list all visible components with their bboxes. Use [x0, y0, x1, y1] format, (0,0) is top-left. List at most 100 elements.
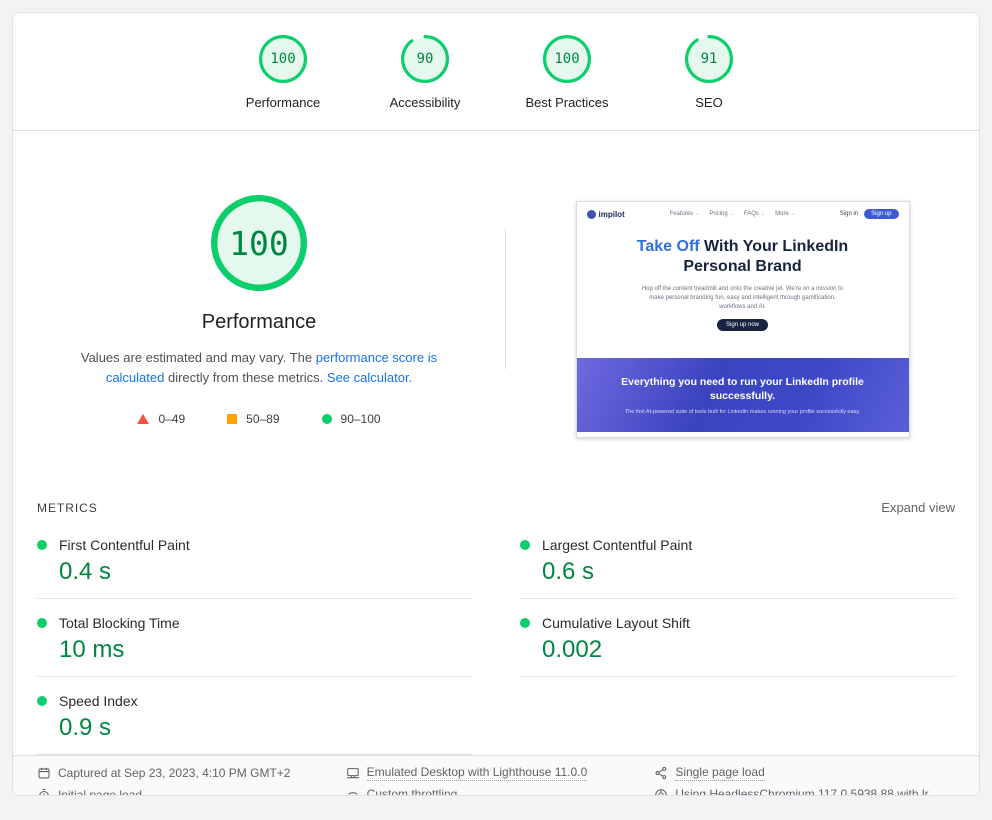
performance-score-gauge: 100: [259, 35, 307, 83]
impilot-logo-icon: [587, 210, 596, 219]
metric-cumulative-layout-shift: Cumulative Layout Shift 0.002: [520, 599, 955, 677]
metric-value: 0.9 s: [59, 714, 472, 742]
footer-page-load: Single page load: [654, 765, 955, 781]
footer-chromium-version: Using HeadlessChromium 117.0.5938.88 wit…: [654, 787, 955, 796]
performance-score-value: 100: [259, 35, 307, 83]
metrics-section-title: METRICS: [37, 501, 98, 515]
legend-label: 90–100: [341, 412, 381, 426]
calendar-icon: [37, 766, 51, 780]
footer-emulated-text: Emulated Desktop with Lighthouse 11.0.0: [367, 765, 588, 781]
performance-description: Values are estimated and may vary. The p…: [63, 348, 455, 388]
performance-summary-left: 100 Performance Values are estimated and…: [13, 131, 505, 466]
expand-view-button[interactable]: Expand view: [881, 500, 955, 515]
description-text: Values are estimated and may vary. The: [81, 350, 316, 365]
see-calculator-link[interactable]: See calculator.: [327, 370, 412, 385]
metric-label: Largest Contentful Paint: [542, 537, 692, 553]
footer-captured-at: Captured at Sep 23, 2023, 4:10 PM GMT+2: [37, 765, 338, 781]
performance-main-gauge: 100: [211, 195, 307, 291]
pass-circle-icon: [322, 414, 332, 424]
metrics-section: METRICS Expand view First Contentful Pai…: [13, 466, 979, 755]
category-accessibility[interactable]: 90 Accessibility: [383, 35, 467, 110]
category-best-practices[interactable]: 100 Best Practices: [525, 35, 609, 110]
description-text: directly from these metrics.: [164, 370, 327, 385]
metric-value: 0.4 s: [59, 558, 472, 586]
footer-initial-load: Initial page load: [37, 787, 338, 796]
metric-label: Cumulative Layout Shift: [542, 615, 690, 631]
headline-accent: Take Off: [637, 238, 700, 255]
screenshot-auth-links: Sign in Sign up: [840, 209, 899, 219]
metrics-grid: First Contentful Paint 0.4 s Total Block…: [37, 521, 955, 755]
metric-pass-dot-icon: [520, 540, 530, 550]
screenshot-nav-item: Features: [669, 211, 699, 217]
metric-value: 0.6 s: [542, 558, 955, 586]
metrics-column-left: First Contentful Paint 0.4 s Total Block…: [37, 521, 472, 755]
metric-pass-dot-icon: [520, 618, 530, 628]
final-screenshot-area: impilot Features Pricing FAQs More Sign …: [506, 131, 979, 466]
metric-first-contentful-paint: First Contentful Paint 0.4 s: [37, 521, 472, 599]
footer-captured-text: Captured at Sep 23, 2023, 4:10 PM GMT+2: [58, 766, 290, 780]
footer-emulated-device: Emulated Desktop with Lighthouse 11.0.0: [346, 765, 647, 781]
stopwatch-icon: [37, 788, 51, 796]
metric-label: Total Blocking Time: [59, 615, 180, 631]
metric-pass-dot-icon: [37, 696, 47, 706]
screenshot-body-copy: Hop off the content treadmill and onto t…: [637, 285, 849, 312]
accessibility-score-value: 90: [401, 35, 449, 83]
screenshot-cta-button: Sign up now: [717, 319, 768, 331]
lighthouse-report: 100 Performance 90 Accessibility 100: [12, 12, 980, 796]
category-seo[interactable]: 91 SEO: [667, 35, 751, 110]
screenshot-signin-text: Sign in: [840, 211, 858, 217]
metrics-titlebar: METRICS Expand view: [37, 500, 955, 515]
footer-page-load-text: Single page load: [675, 765, 764, 781]
category-label-accessibility: Accessibility: [390, 95, 461, 110]
legend-average-range: 50–89: [227, 412, 279, 426]
legend-label: 50–89: [246, 412, 279, 426]
category-performance[interactable]: 100 Performance: [241, 35, 325, 110]
fail-triangle-icon: [137, 414, 149, 424]
category-label-seo: SEO: [695, 95, 722, 110]
footer-throttling: Custom throttling: [346, 787, 647, 796]
footer-throttling-text: Custom throttling: [367, 787, 458, 796]
footer-initial-load-text: Initial page load: [58, 788, 142, 796]
screenshot-signup-pill: Sign up: [864, 209, 898, 219]
metrics-column-right: Largest Contentful Paint 0.6 s Cumulativ…: [520, 521, 955, 755]
network-throttling-icon: [346, 788, 360, 796]
metric-value: 0.002: [542, 636, 955, 664]
metric-largest-contentful-paint: Largest Contentful Paint 0.6 s: [520, 521, 955, 599]
metric-speed-index: Speed Index 0.9 s: [37, 677, 472, 755]
legend-label: 0–49: [158, 412, 185, 426]
desktop-icon: [346, 766, 360, 780]
metric-total-blocking-time: Total Blocking Time 10 ms: [37, 599, 472, 677]
screenshot-banner-title: Everything you need to run your LinkedIn…: [612, 375, 874, 403]
screenshot-brand-name: impilot: [599, 210, 625, 219]
metric-pass-dot-icon: [37, 618, 47, 628]
category-label-performance: Performance: [246, 95, 320, 110]
seo-score-value: 91: [685, 35, 733, 83]
average-square-icon: [227, 414, 237, 424]
screenshot-site-header: impilot Features Pricing FAQs More Sign …: [577, 202, 909, 223]
screenshot-nav-item: Pricing: [709, 211, 734, 217]
screenshot-brand: impilot: [587, 210, 625, 219]
metric-label: First Contentful Paint: [59, 537, 190, 553]
report-footer: Captured at Sep 23, 2023, 4:10 PM GMT+2 …: [13, 755, 979, 796]
category-score-header: 100 Performance 90 Accessibility 100: [13, 13, 979, 131]
metric-label: Speed Index: [59, 693, 138, 709]
headline-rest: With Your LinkedIn Personal Brand: [683, 238, 848, 275]
metric-value: 10 ms: [59, 636, 472, 664]
final-screenshot-thumbnail: impilot Features Pricing FAQs More Sign …: [576, 201, 910, 438]
screenshot-hero: Take Off With Your LinkedIn Personal Bra…: [577, 223, 909, 331]
category-label-best-practices: Best Practices: [525, 95, 608, 110]
best-practices-score-gauge: 100: [543, 35, 591, 83]
metric-pass-dot-icon: [37, 540, 47, 550]
chromium-icon: [654, 788, 668, 796]
performance-main-score: 100: [211, 195, 307, 291]
footer-chromium-text: Using HeadlessChromium 117.0.5938.88 wit…: [675, 787, 928, 796]
best-practices-score-value: 100: [543, 35, 591, 83]
share-nodes-icon: [654, 766, 668, 780]
legend-pass-range: 90–100: [322, 412, 381, 426]
performance-section-title: Performance: [202, 311, 317, 334]
accessibility-score-gauge: 90: [401, 35, 449, 83]
legend-fail-range: 0–49: [137, 412, 185, 426]
performance-summary-section: 100 Performance Values are estimated and…: [13, 131, 979, 466]
score-legend: 0–49 50–89 90–100: [137, 412, 380, 426]
screenshot-banner: Everything you need to run your LinkedIn…: [577, 358, 909, 432]
